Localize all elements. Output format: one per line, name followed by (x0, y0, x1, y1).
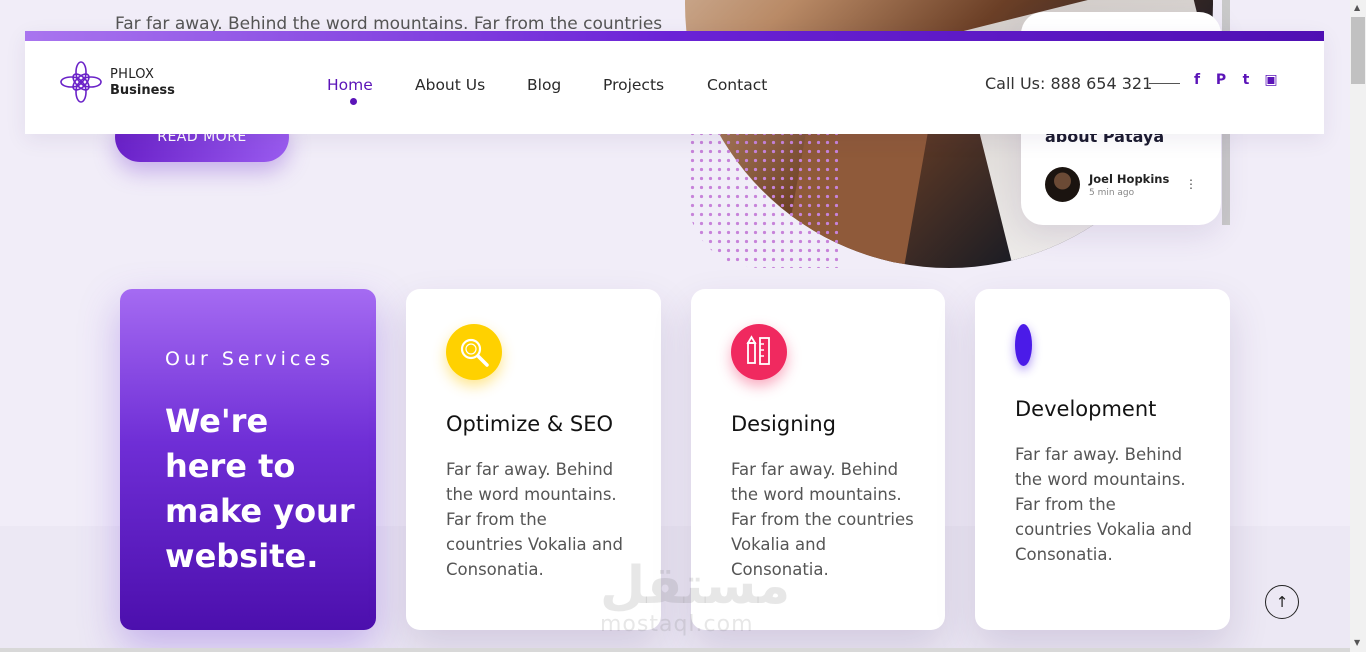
card-text: Far far away. Behind the word mountains.… (446, 460, 623, 579)
nav-active-indicator (350, 98, 357, 105)
nav-home[interactable]: Home (327, 76, 373, 94)
header-accent-bar (25, 31, 1324, 41)
dot-pattern (688, 120, 838, 268)
twitter-icon[interactable]: t (1237, 71, 1255, 89)
card-title: Development (1015, 397, 1157, 421)
call-divider (1149, 83, 1180, 84)
bottom-edge (0, 648, 1350, 652)
youtube-icon[interactable]: ▣ (1262, 71, 1280, 89)
pencil-ruler-icon (731, 324, 787, 380)
card-title: Designing (731, 412, 836, 436)
services-eyebrow: Our Services (165, 348, 334, 370)
magnifier-icon (446, 324, 502, 380)
scroll-up-arrow-icon[interactable]: ▲ (1354, 3, 1360, 12)
services-heading: We're here to make your website. (165, 402, 355, 575)
pinterest-icon[interactable]: P (1212, 71, 1230, 89)
nav-about-us[interactable]: About Us (415, 76, 485, 94)
page-scrollbar[interactable]: ▲ ▼ (1350, 0, 1366, 652)
more-options-icon[interactable]: ⋮ (1185, 178, 1197, 190)
service-card-development[interactable]: Development Far far away. Behind the wor… (975, 289, 1230, 630)
card-title: Optimize & SEO (446, 412, 614, 436)
watermark-url: mostaql.com (600, 612, 754, 637)
post-author: Joel Hopkins (1089, 172, 1170, 186)
logo-icon[interactable] (59, 60, 103, 104)
nav-contact[interactable]: Contact (707, 76, 767, 94)
nav-projects[interactable]: Projects (603, 76, 664, 94)
call-us-text: Call Us: 888 654 321 (985, 74, 1153, 93)
watermark-logo: مستقل (600, 556, 791, 616)
post-time: 5 min ago (1089, 188, 1135, 198)
scroll-down-arrow-icon[interactable]: ▼ (1354, 638, 1360, 647)
avatar (1045, 167, 1080, 202)
nav-blog[interactable]: Blog (527, 76, 561, 94)
scroll-to-top-button[interactable]: ↑ (1265, 585, 1299, 619)
card-text: Far far away. Behind the word mountains.… (1015, 445, 1192, 564)
arrow-up-icon: ↑ (1275, 593, 1289, 611)
logo-text-top: PHLOX (110, 67, 155, 82)
logo-text-bottom: Business (110, 83, 175, 98)
site-header: PHLOX Business Home About Us Blog Projec… (25, 31, 1324, 134)
dev-icon (1015, 324, 1032, 366)
services-intro-card: Our Services We're here to make your web… (120, 289, 376, 630)
facebook-icon[interactable]: f (1188, 71, 1206, 89)
scrollbar-thumb[interactable] (1351, 17, 1365, 84)
